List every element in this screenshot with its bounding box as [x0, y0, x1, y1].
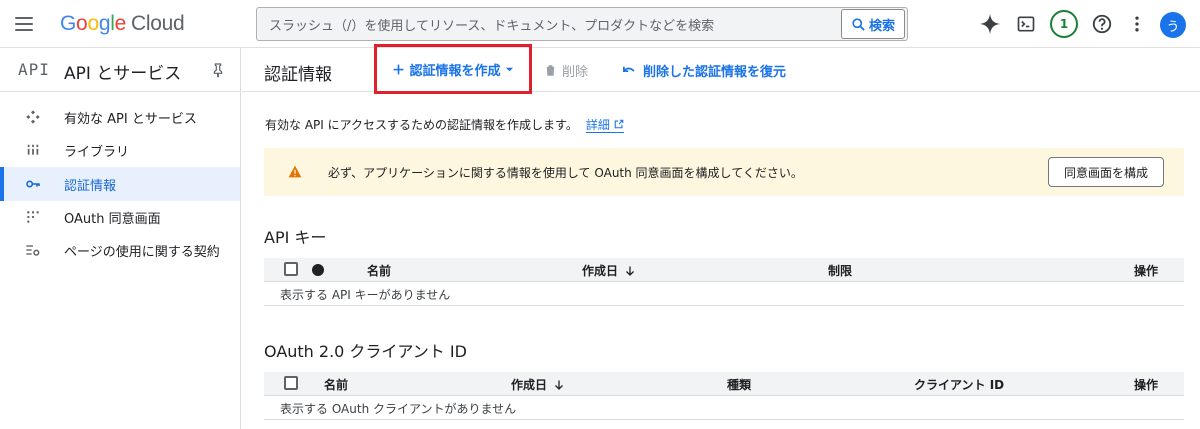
oauth-header: 名前 作成日 種類 クライアント ID 操作: [264, 372, 1184, 396]
col-created[interactable]: 作成日: [582, 262, 636, 279]
terms-settings-icon: [24, 241, 42, 259]
search-button[interactable]: 検索: [841, 9, 905, 39]
select-all-checkbox[interactable]: [284, 262, 298, 276]
empty-row: 表示する OAuth クライアントがありません: [264, 396, 1184, 420]
sidebar-item-oauth-consent[interactable]: OAuth 同意画面: [0, 200, 240, 234]
consent-icon: [24, 208, 42, 226]
configure-consent-button[interactable]: 同意画面を構成: [1048, 157, 1164, 187]
delete-button[interactable]: 削除: [544, 61, 588, 80]
col-restriction: 制限: [828, 264, 853, 278]
main-content: 認証情報 認証情報を作成 削除 削除した認証情報を復元 有効な API にアクセ…: [242, 44, 1200, 429]
col-name[interactable]: 名前: [367, 262, 391, 279]
oauth-clients-table: 名前 作成日 種類 クライアント ID 操作 表示する OAuth クライアント…: [264, 372, 1184, 420]
sort-down-icon: [626, 266, 634, 276]
page-title: 認証情報: [264, 65, 332, 85]
gemini-sparkle-icon[interactable]: [978, 12, 1002, 36]
key-icon: [24, 175, 42, 193]
col-created[interactable]: 作成日: [511, 376, 565, 393]
sidebar-item-credentials[interactable]: 認証情報: [0, 167, 240, 201]
sidebar-title: API とサービス: [64, 64, 182, 84]
col-actions: 操作: [1134, 264, 1159, 278]
pin-icon[interactable]: [210, 62, 226, 78]
sidebar-header: API API とサービス: [0, 48, 240, 92]
search-bar: スラッシュ（/）を使用してリソース、ドキュメント、プロダクトなどを検索 検索: [256, 7, 908, 41]
restore-credentials-button[interactable]: 削除した認証情報を復元: [622, 61, 786, 80]
page-header: 認証情報 認証情報を作成 削除 削除した認証情報を復元: [242, 44, 1200, 94]
api-logo: API: [18, 60, 50, 79]
status-dot-icon: [312, 264, 324, 276]
api-keys-header: 名前 作成日 制限 操作: [264, 258, 1184, 282]
cloud-shell-icon[interactable]: [1014, 12, 1038, 36]
help-icon[interactable]: [1090, 12, 1114, 36]
trash-icon: [546, 65, 555, 76]
sidebar-item-terms[interactable]: ページの使用に関する契約: [0, 233, 240, 267]
sidebar-item-library[interactable]: ライブラリ: [0, 133, 240, 167]
api-services-icon: [24, 108, 42, 126]
sidebar-item-api-services[interactable]: 有効な API とサービス: [0, 100, 240, 134]
empty-row: 表示する API キーがありません: [264, 282, 1184, 306]
sidebar: API API とサービス 有効な API とサービス ライブラリ 認証情報 O…: [0, 48, 241, 429]
col-type: 種類: [727, 378, 752, 392]
external-link-icon: [614, 119, 623, 129]
col-name[interactable]: 名前: [324, 376, 348, 393]
oauth-clients-title: OAuth 2.0 クライアント ID: [264, 342, 467, 361]
oauth-warning-banner: 必ず、アプリケーションに関する情報を使用して OAuth 同意画面を構成してくだ…: [264, 148, 1184, 196]
google-cloud-logo[interactable]: Google Cloud: [60, 11, 185, 37]
create-credentials-button[interactable]: 認証情報を作成: [374, 44, 532, 94]
col-client-id: クライアント ID: [914, 378, 1005, 392]
api-keys-table: 名前 作成日 制限 操作 表示する API キーがありません: [264, 258, 1184, 306]
library-icon: [24, 141, 42, 159]
banner-text: 必ず、アプリケーションに関する情報を使用して OAuth 同意画面を構成してくだ…: [328, 166, 803, 180]
top-bar: Google Cloud スラッシュ（/）を使用してリソース、ドキュメント、プロダ…: [0, 0, 1200, 48]
main-menu-icon[interactable]: [12, 12, 36, 36]
select-all-checkbox[interactable]: [284, 376, 298, 390]
search-icon: [852, 17, 865, 31]
notification-badge[interactable]: 1: [1050, 10, 1078, 38]
undo-icon: [623, 66, 635, 72]
avatar[interactable]: う: [1160, 12, 1186, 38]
more-vert-icon[interactable]: [1125, 12, 1149, 36]
col-actions: 操作: [1134, 378, 1159, 392]
warning-icon: [288, 165, 302, 178]
search-input[interactable]: スラッシュ（/）を使用してリソース、ドキュメント、プロダクトなどを検索: [257, 15, 841, 34]
sort-down-icon: [555, 380, 563, 390]
details-link[interactable]: 詳細: [585, 118, 624, 133]
dropdown-arrow-icon: [505, 67, 513, 71]
add-icon: [394, 64, 404, 74]
page-description: 有効な API にアクセスするための認証情報を作成します。 詳細: [265, 116, 624, 133]
api-keys-title: API キー: [264, 228, 327, 247]
